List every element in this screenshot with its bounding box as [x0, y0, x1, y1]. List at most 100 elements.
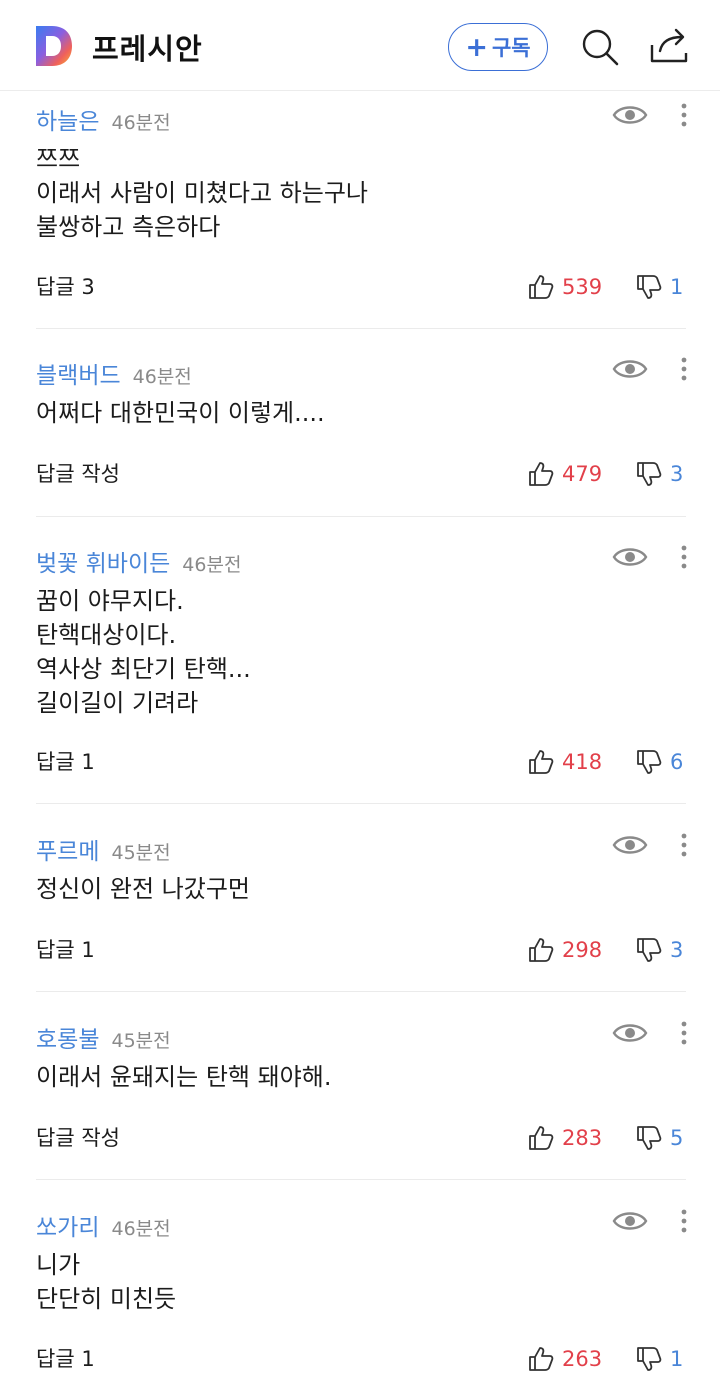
- comment-time: 46분전: [111, 112, 171, 134]
- comment-footer: 답글 작성 479 3: [36, 459, 686, 489]
- thumbs-up-icon: [529, 938, 554, 962]
- comment-body: 이래서 윤돼지는 탄핵 돼야해.: [36, 1060, 656, 1094]
- comment-line: 길이길이 기려라: [36, 689, 199, 717]
- thumbs-up-icon: [529, 1347, 554, 1371]
- more-options-icon[interactable]: [674, 544, 694, 570]
- subscribe-label: 구독: [491, 36, 531, 60]
- dislike-count: 3: [670, 462, 684, 486]
- more-options-icon[interactable]: [674, 1208, 694, 1234]
- eye-icon[interactable]: [612, 832, 648, 858]
- share-icon[interactable]: [648, 27, 690, 65]
- dislike-count: 5: [670, 1126, 684, 1150]
- dislike-count: 6: [670, 750, 684, 774]
- comment-line: 이래서 사람이 미쳤다고 하는구나: [36, 179, 369, 207]
- comment-line: 단단히 미친듯: [36, 1285, 177, 1313]
- divider: [36, 1179, 686, 1180]
- reply-button[interactable]: 답글 1: [36, 935, 95, 965]
- dislike-count: 3: [670, 938, 684, 962]
- divider: [36, 991, 686, 992]
- dislike-count: 1: [670, 275, 684, 299]
- dislike-button[interactable]: 6: [636, 747, 683, 777]
- divider: [36, 516, 686, 517]
- search-icon[interactable]: [580, 27, 620, 67]
- comment-author[interactable]: 호롱불: [36, 1020, 99, 1054]
- reply-button[interactable]: 답글 1: [36, 1344, 95, 1374]
- dislike-button[interactable]: 3: [636, 459, 683, 489]
- divider: [36, 803, 686, 804]
- daum-logo[interactable]: [34, 24, 74, 68]
- reply-button[interactable]: 답글 작성: [36, 1123, 120, 1153]
- thumbs-down-icon: [637, 275, 662, 299]
- like-button[interactable]: 263: [528, 1344, 602, 1374]
- eye-icon[interactable]: [612, 102, 648, 128]
- comment-footer: 답글 1 418 6: [36, 747, 686, 777]
- like-button[interactable]: 283: [528, 1123, 602, 1153]
- comment-time: 46분전: [111, 1218, 171, 1240]
- like-count: 298: [562, 938, 603, 962]
- more-options-icon[interactable]: [674, 356, 694, 382]
- like-count: 263: [562, 1347, 603, 1371]
- thumbs-down-icon: [637, 1126, 662, 1150]
- comment-author[interactable]: 푸르메: [36, 832, 99, 866]
- like-button[interactable]: 418: [528, 747, 602, 777]
- dislike-button[interactable]: 1: [636, 272, 683, 302]
- comment-author[interactable]: 하늘은: [36, 102, 99, 136]
- eye-icon[interactable]: [612, 1020, 648, 1046]
- thumbs-up-icon: [529, 275, 554, 299]
- comment-author[interactable]: 쏘가리: [36, 1208, 99, 1242]
- comment-footer: 답글 3 539 1: [36, 272, 686, 302]
- comment-body: 어쩌다 대한민국이 이렇게....: [36, 396, 656, 430]
- comment-time: 46분전: [132, 366, 192, 388]
- thumbs-up-icon: [529, 750, 554, 774]
- dislike-button[interactable]: 3: [636, 935, 683, 965]
- like-count: 418: [562, 750, 603, 774]
- comment-line: 어쩌다 대한민국이 이렇게....: [36, 399, 325, 427]
- app-header: 프레시안 + 구독: [0, 0, 720, 91]
- plus-icon: +: [465, 31, 488, 63]
- comment-body: 쯔쯔 이래서 사람이 미쳤다고 하는구나 불쌍하고 측은하다: [36, 142, 656, 244]
- thumbs-down-icon: [637, 938, 662, 962]
- thumbs-down-icon: [637, 750, 662, 774]
- comment-author[interactable]: 벚꽃 휘바이든: [36, 544, 170, 578]
- eye-icon[interactable]: [612, 1208, 648, 1234]
- dislike-button[interactable]: 5: [636, 1123, 683, 1153]
- like-count: 539: [562, 275, 603, 299]
- like-button[interactable]: 539: [528, 272, 602, 302]
- comment-body: 니가 단단히 미친듯: [36, 1248, 656, 1316]
- comment-line: 역사상 최단기 탄핵...: [36, 655, 251, 683]
- comment-footer: 답글 1 263 1: [36, 1344, 686, 1374]
- divider: [36, 328, 686, 329]
- dislike-button[interactable]: 1: [636, 1344, 683, 1374]
- thumbs-up-icon: [529, 1126, 554, 1150]
- subscribe-button[interactable]: + 구독: [448, 23, 548, 71]
- more-options-icon[interactable]: [674, 1020, 694, 1046]
- thumbs-down-icon: [637, 462, 662, 486]
- comment-author[interactable]: 블랙버드: [36, 356, 121, 390]
- like-count: 283: [562, 1126, 603, 1150]
- comment-footer: 답글 작성 283 5: [36, 1123, 686, 1153]
- more-options-icon[interactable]: [674, 832, 694, 858]
- more-options-icon[interactable]: [674, 102, 694, 128]
- reply-button[interactable]: 답글 1: [36, 747, 95, 777]
- dislike-count: 1: [670, 1347, 684, 1371]
- reply-button[interactable]: 답글 3: [36, 272, 95, 302]
- comment-time: 46분전: [182, 554, 242, 576]
- comment-line: 꿈이 야무지다.: [36, 587, 184, 615]
- reply-button[interactable]: 답글 작성: [36, 459, 120, 489]
- comment-time: 45분전: [111, 1030, 171, 1052]
- like-count: 479: [562, 462, 603, 486]
- comment-footer: 답글 1 298 3: [36, 935, 686, 965]
- comment-line: 탄핵대상이다.: [36, 621, 177, 649]
- like-button[interactable]: 298: [528, 935, 602, 965]
- eye-icon[interactable]: [612, 544, 648, 570]
- comment-line: 이래서 윤돼지는 탄핵 돼야해.: [36, 1063, 332, 1091]
- comment-body: 꿈이 야무지다. 탄핵대상이다. 역사상 최단기 탄핵... 길이길이 기려라: [36, 584, 656, 720]
- comment-time: 45분전: [111, 842, 171, 864]
- comment-body: 정신이 완전 나갔구먼: [36, 872, 656, 906]
- eye-icon[interactable]: [612, 356, 648, 382]
- brand-title: 프레시안: [92, 32, 203, 66]
- like-button[interactable]: 479: [528, 459, 602, 489]
- comment-line: 불쌍하고 측은하다: [36, 213, 221, 241]
- comment-line: 쯔쯔: [36, 145, 81, 173]
- thumbs-up-icon: [529, 462, 554, 486]
